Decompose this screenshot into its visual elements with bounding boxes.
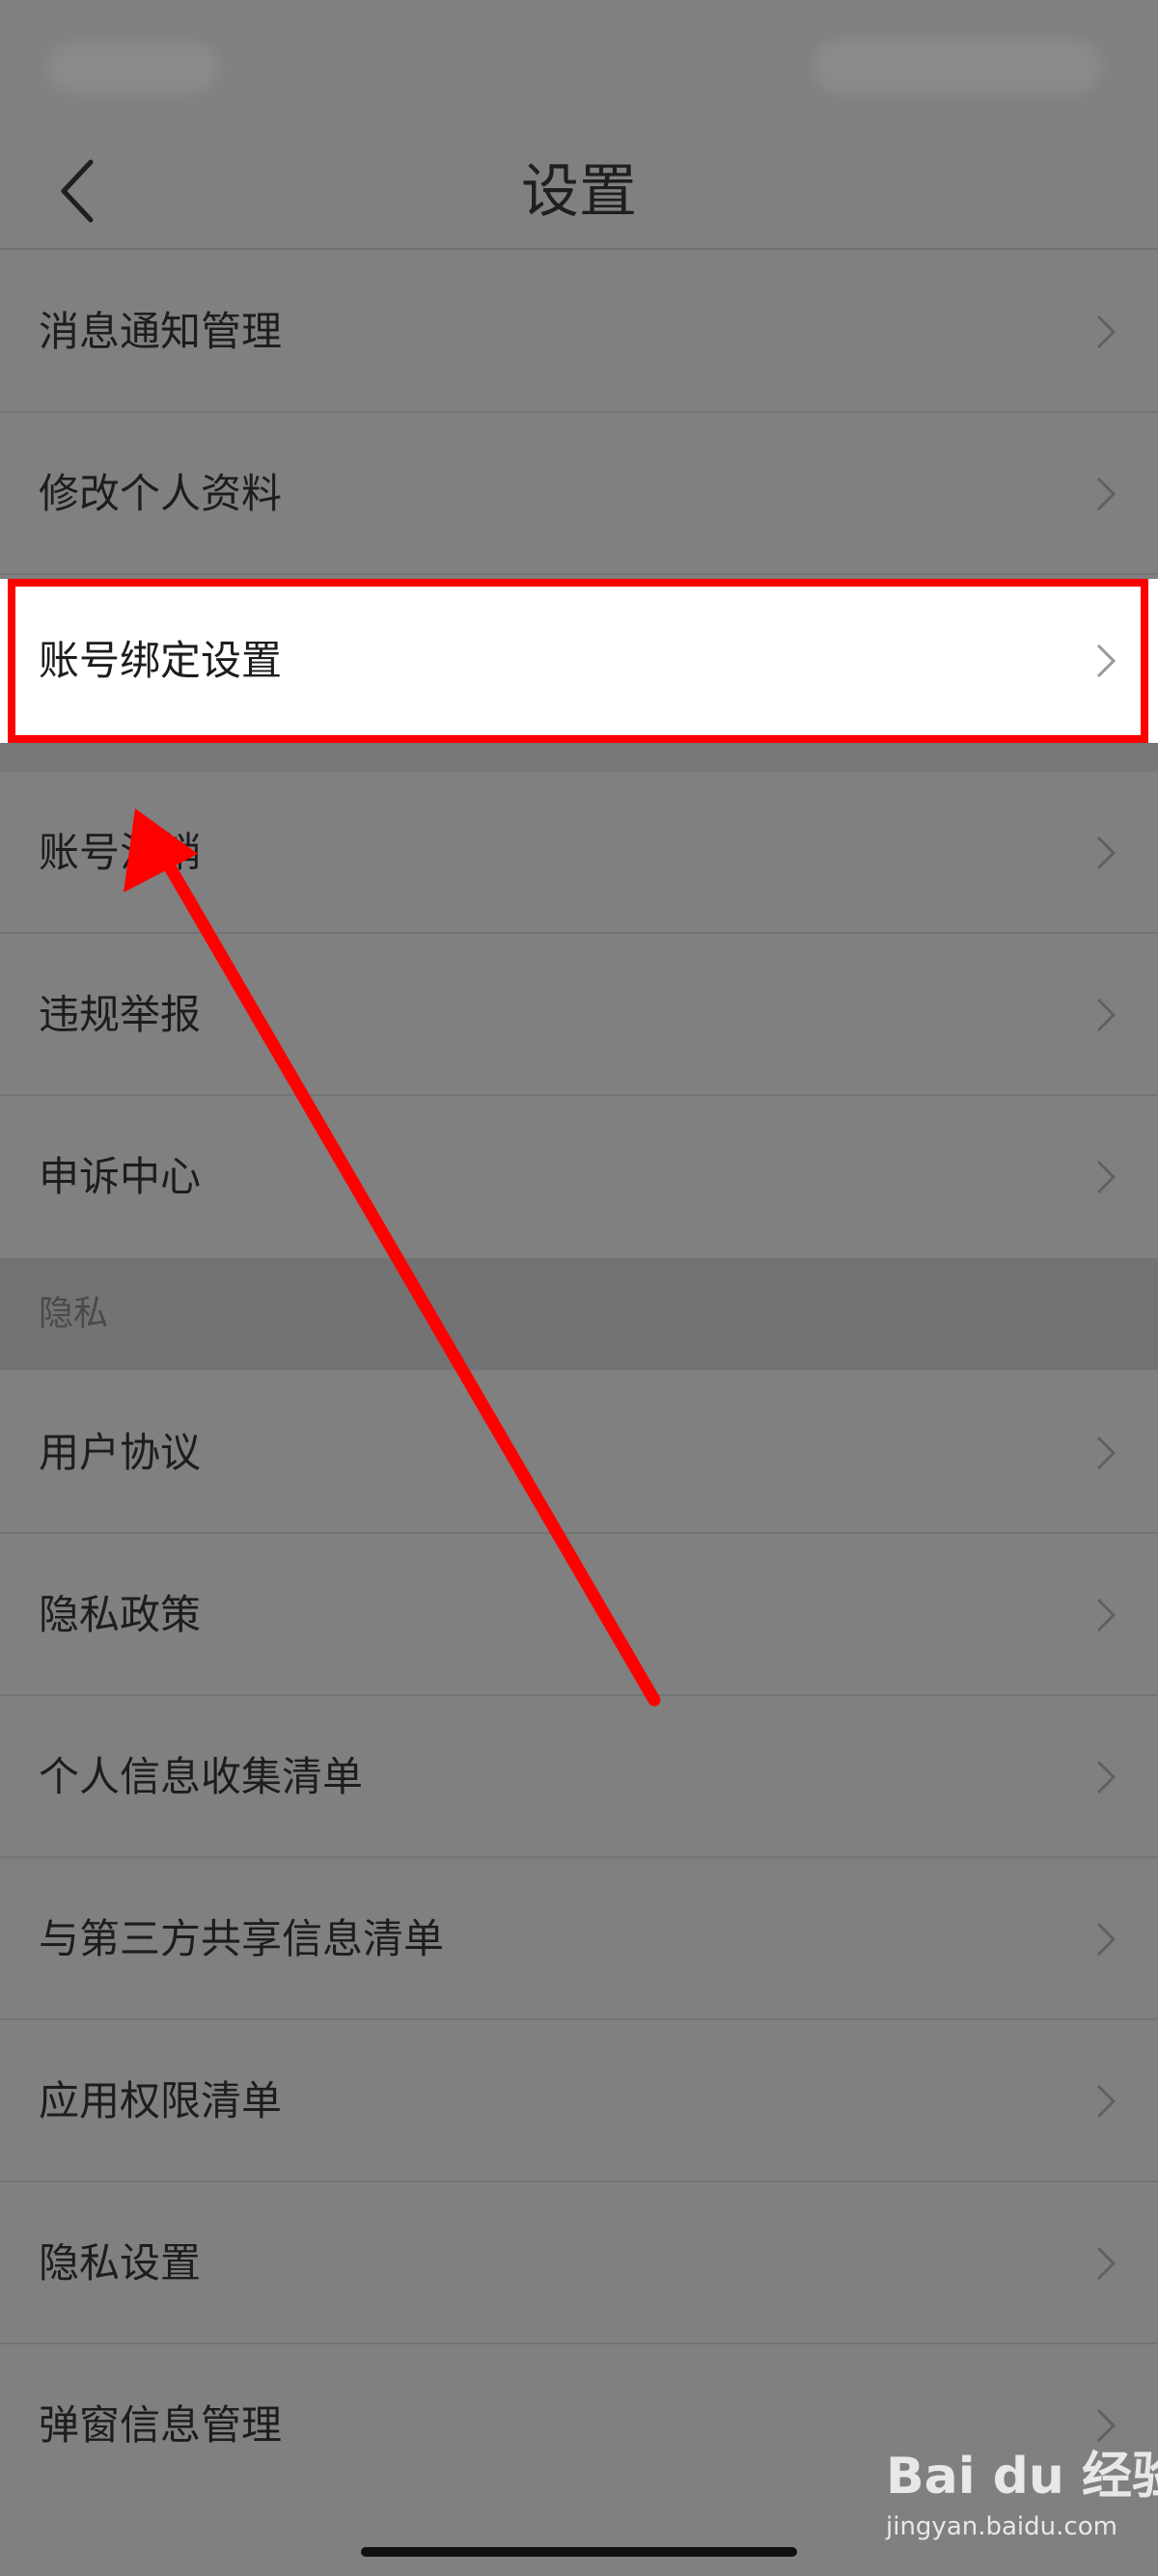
annotation-highlight-box [8, 579, 1148, 743]
privacy-item-info-collection-list[interactable]: 个人信息收集清单 [0, 1696, 1158, 1858]
privacy-item-label: 应用权限清单 [39, 2077, 283, 2124]
settings-item-appeal-center[interactable]: 申诉中心 [0, 1096, 1158, 1258]
settings-item-label: 违规举报 [39, 991, 202, 1038]
settings-item-account-cancel[interactable]: 账号注销 [0, 772, 1158, 934]
watermark-url: jingyan.baidu.com [886, 2512, 1117, 2541]
settings-item-edit-profile[interactable]: 修改个人资料 [0, 413, 1158, 575]
home-indicator[interactable] [361, 2547, 797, 2557]
privacy-item-third-party-sharing-list[interactable]: 与第三方共享信息清单 [0, 1858, 1158, 2020]
privacy-item-label: 用户协议 [39, 1429, 202, 1476]
baidu-jingyan-watermark: Bai du 经验 jingyan.baidu.com [886, 2443, 1158, 2549]
status-bar [0, 0, 1158, 135]
privacy-item-label: 隐私设置 [39, 2239, 202, 2287]
privacy-item-app-permissions-list[interactable]: 应用权限清单 [0, 2020, 1158, 2182]
chevron-right-icon [1096, 836, 1117, 870]
privacy-item-label: 弹窗信息管理 [39, 2401, 283, 2449]
chevron-right-icon [1096, 1436, 1117, 1470]
nav-divider [0, 248, 1158, 250]
chevron-right-icon [1096, 2408, 1117, 2443]
settings-item-label: 修改个人资料 [39, 470, 283, 517]
section-header-privacy: 隐私 [0, 1258, 1158, 1370]
watermark-logo: Bai du 经验 [886, 2448, 1158, 2506]
section-gap [0, 743, 1158, 772]
divider [0, 573, 1158, 575]
privacy-item-label: 个人信息收集清单 [39, 1753, 364, 1800]
page-title: 设置 [521, 158, 637, 226]
privacy-item-user-agreement[interactable]: 用户协议 [0, 1372, 1158, 1534]
status-time-blurred [46, 42, 220, 93]
privacy-item-label: 与第三方共享信息清单 [39, 1915, 445, 1962]
status-icons-blurred [813, 39, 1102, 95]
settings-item-notifications[interactable]: 消息通知管理 [0, 251, 1158, 413]
nav-bar: 设置 [0, 135, 1158, 249]
chevron-right-icon [1096, 2246, 1117, 2281]
chevron-right-icon [1096, 315, 1117, 349]
settings-item-label: 消息通知管理 [39, 308, 283, 355]
privacy-item-privacy-settings[interactable]: 隐私设置 [0, 2182, 1158, 2344]
privacy-item-label: 隐私政策 [39, 1591, 202, 1638]
chevron-right-icon [1096, 477, 1117, 511]
settings-item-label: 账号注销 [39, 829, 202, 876]
chevron-right-icon [1096, 1598, 1117, 1632]
settings-item-label: 申诉中心 [39, 1153, 202, 1200]
section-header-label: 隐私 [39, 1294, 109, 1333]
chevron-right-icon [1096, 2084, 1117, 2119]
settings-item-report[interactable]: 违规举报 [0, 934, 1158, 1096]
privacy-item-privacy-policy[interactable]: 隐私政策 [0, 1534, 1158, 1696]
chevron-right-icon [1096, 1760, 1117, 1795]
chevron-right-icon [1096, 998, 1117, 1032]
chevron-right-icon [1096, 1922, 1117, 1957]
chevron-right-icon [1096, 1160, 1117, 1194]
